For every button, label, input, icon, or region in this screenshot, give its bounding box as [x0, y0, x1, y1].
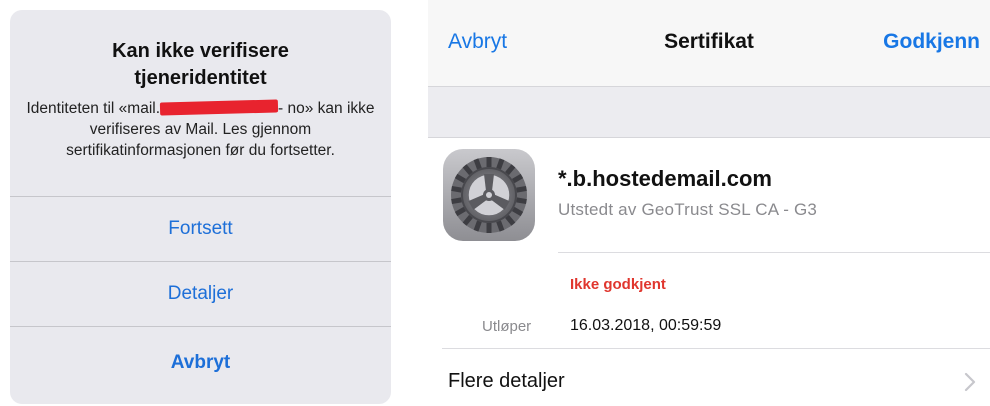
- chevron-right-icon: [964, 372, 976, 392]
- more-details-label: Flere detaljer: [448, 370, 565, 392]
- more-details-row[interactable]: Flere detaljer: [428, 352, 990, 406]
- nav-cancel-button[interactable]: Avbryt: [448, 30, 507, 54]
- server-identity-alert: Kan ikke verifisere tjeneridentitet Iden…: [10, 10, 391, 404]
- certificate-sheet: Sertifikat Avbryt Godkjenn *.b.hostedema…: [428, 0, 990, 406]
- divider: [442, 348, 990, 349]
- details-button[interactable]: Detaljer: [10, 261, 391, 326]
- continue-button[interactable]: Fortsett: [10, 196, 391, 261]
- alert-message-part2: -: [278, 100, 284, 117]
- alert-title-line1: Kan ikke verifisere: [112, 40, 289, 62]
- alert-message: Identiteten til «mail. - no» kan ikke ver…: [24, 98, 377, 161]
- expires-label: Utløper: [482, 318, 532, 335]
- nav-accept-button[interactable]: Godkjenn: [883, 30, 980, 54]
- cancel-button[interactable]: Avbryt: [10, 326, 391, 404]
- alert-message-part1: Identiteten til «mail.: [26, 100, 161, 117]
- section-spacer: [428, 86, 990, 138]
- divider: [558, 252, 990, 253]
- nav-bar: Sertifikat Avbryt Godkjenn: [428, 0, 990, 86]
- certificate-name: *.b.hostedemail.com: [558, 166, 772, 191]
- trust-status: Ikke godkjent: [570, 276, 666, 293]
- alert-title-line2: tjeneridentitet: [134, 67, 267, 89]
- alert-title: Kan ikke verifisere tjeneridentitet: [24, 38, 377, 92]
- redaction-mark: [159, 99, 279, 116]
- expires-value: 16.03.2018, 00:59:59: [570, 317, 722, 334]
- certificate-issuer: Utstedt av GeoTrust SSL CA - G3: [558, 200, 818, 219]
- alert-header: Kan ikke verifisere tjeneridentitet Iden…: [10, 10, 391, 196]
- settings-gear-icon: [442, 148, 536, 242]
